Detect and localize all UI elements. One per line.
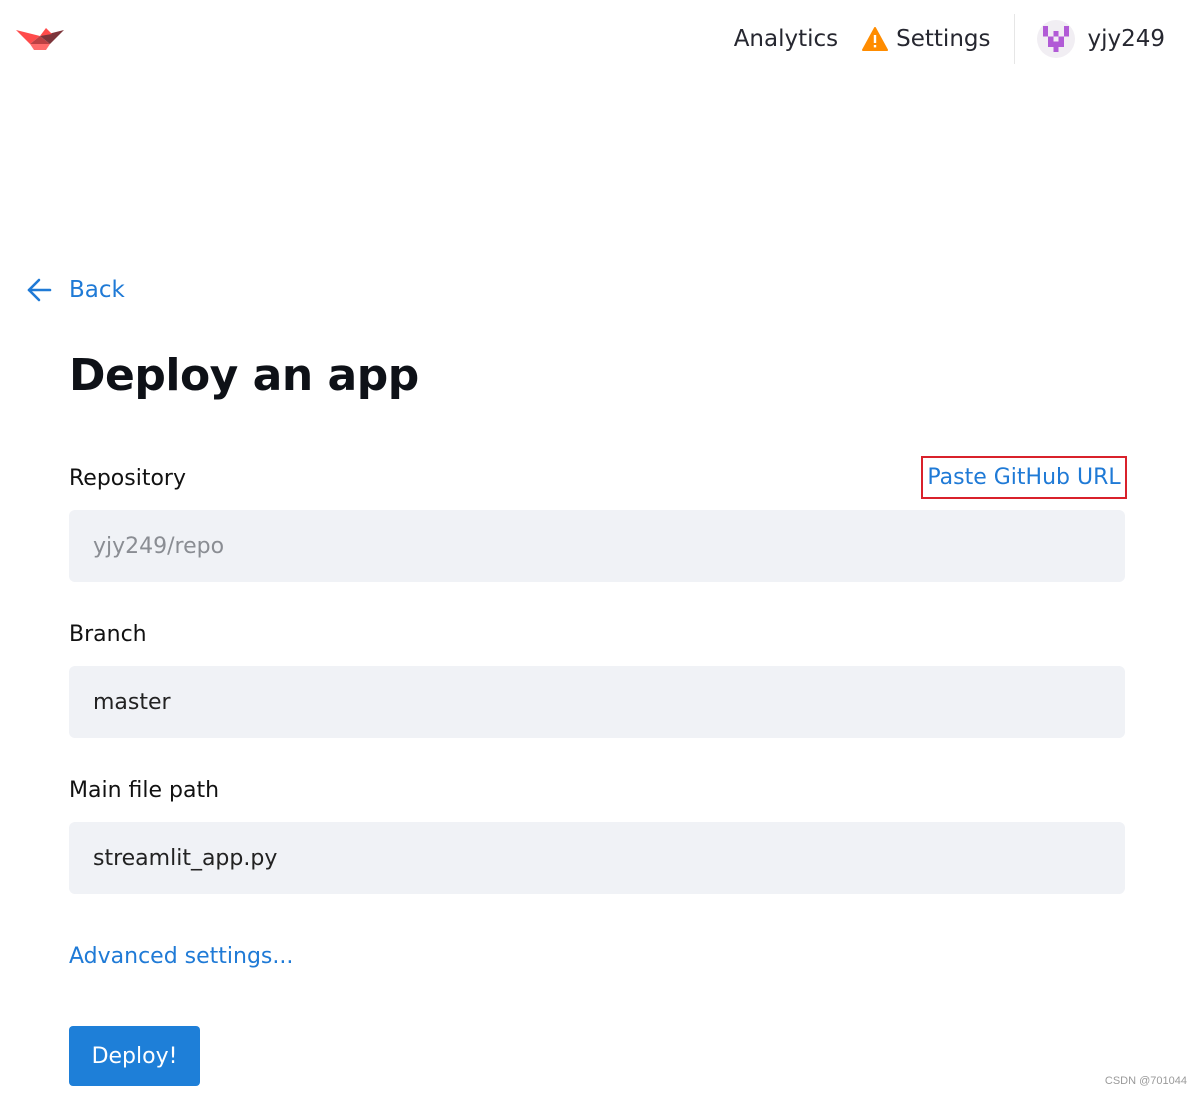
paste-github-url-label: Paste GitHub URL bbox=[927, 465, 1121, 490]
avatar bbox=[1037, 20, 1076, 58]
main-file-path-input[interactable] bbox=[69, 822, 1125, 894]
top-nav: Analytics Settings yjy249 bbox=[734, 14, 1201, 64]
analytics-link[interactable]: Analytics bbox=[734, 26, 838, 52]
arrow-left-icon bbox=[27, 278, 52, 302]
main-file-path-label: Main file path bbox=[69, 778, 220, 803]
warning-icon bbox=[862, 27, 889, 51]
user-menu[interactable]: yjy249 bbox=[1037, 20, 1165, 58]
watermark: CSDN @701044 bbox=[1104, 1075, 1187, 1087]
deploy-button[interactable]: Deploy! bbox=[69, 1026, 200, 1086]
username: yjy249 bbox=[1087, 26, 1165, 52]
page: Analytics Settings yjy249 Back Deploy an… bbox=[0, 0, 1201, 1095]
paste-github-url-link[interactable]: Paste GitHub URL bbox=[921, 456, 1127, 499]
page-title: Deploy an app bbox=[69, 350, 419, 401]
back-label: Back bbox=[69, 277, 125, 303]
repository-label: Repository bbox=[69, 466, 186, 491]
analytics-label: Analytics bbox=[733, 26, 839, 52]
branch-input[interactable] bbox=[69, 666, 1125, 738]
branch-label: Branch bbox=[69, 622, 147, 647]
settings-link[interactable]: Settings bbox=[862, 26, 990, 52]
repository-input[interactable] bbox=[69, 510, 1125, 582]
advanced-settings-link[interactable]: Advanced settings... bbox=[69, 944, 293, 969]
settings-label: Settings bbox=[896, 26, 991, 52]
back-link[interactable]: Back bbox=[26, 277, 125, 303]
identicon-icon bbox=[1043, 26, 1070, 52]
nav-divider bbox=[1014, 14, 1016, 64]
streamlit-logo-icon[interactable] bbox=[16, 22, 64, 50]
